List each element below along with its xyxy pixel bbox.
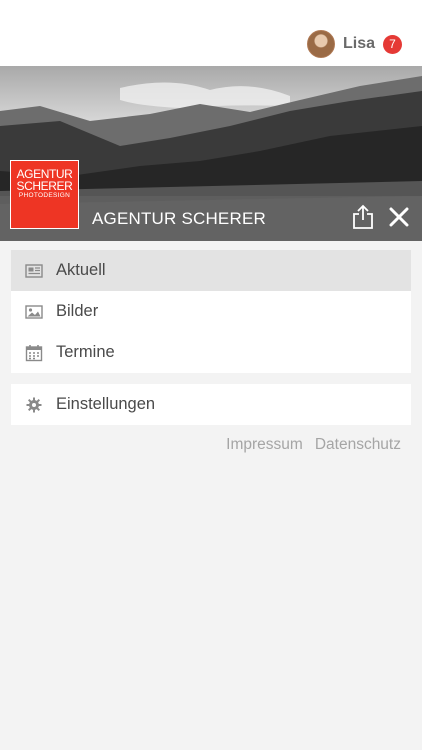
menu-item-bilder[interactable]: Bilder [11, 291, 411, 332]
footer-links: Impressum Datenschutz [226, 436, 401, 454]
menu-item-einstellungen[interactable]: Einstellungen [11, 384, 411, 425]
settings-menu: Einstellungen [11, 384, 411, 425]
agency-logo: AGENTUR SCHERER PHOTODESIGN [10, 160, 79, 229]
image-icon [25, 304, 43, 319]
menu-item-label: Bilder [56, 302, 99, 320]
menu-item-termine[interactable]: Termine [11, 332, 411, 373]
share-icon[interactable] [352, 204, 374, 230]
notification-badge[interactable]: 7 [383, 34, 402, 54]
logo-line-3: PHOTODESIGN [18, 192, 71, 199]
main-menu: Aktuell Bilder Termine [11, 250, 411, 373]
top-bar: Lisa 7 [0, 0, 422, 66]
newspaper-icon [25, 263, 43, 278]
user-name[interactable]: Lisa [343, 35, 375, 53]
menu-item-aktuell[interactable]: Aktuell [11, 250, 411, 291]
datenschutz-link[interactable]: Datenschutz [315, 436, 401, 454]
avatar[interactable] [306, 30, 335, 58]
impressum-link[interactable]: Impressum [226, 436, 303, 454]
menu-item-label: Einstellungen [56, 395, 156, 413]
menu-item-label: Termine [56, 343, 115, 361]
calendar-icon [25, 344, 43, 361]
gear-icon [26, 397, 42, 412]
brand-name: AGENTUR SCHERER [92, 209, 266, 228]
close-icon[interactable] [389, 207, 409, 227]
logo-line-2: SCHERER [16, 179, 73, 193]
user-profile[interactable]: Lisa 7 [306, 30, 402, 58]
menu-item-label: Aktuell [56, 261, 106, 279]
